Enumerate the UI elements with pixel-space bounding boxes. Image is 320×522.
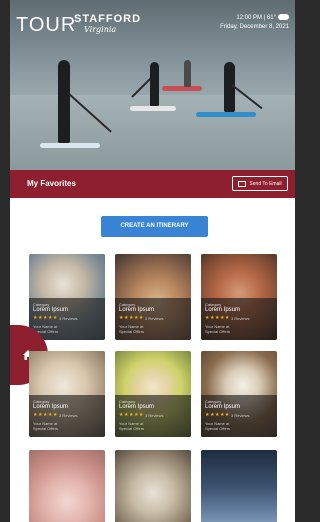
time-weather: 12:00 PM | 61° Friday, December 8, 2021 [220,14,289,32]
paddleboard [196,112,256,117]
send-to-email-label: Send To Email [249,181,282,187]
paddleboard [130,106,176,111]
time-text: 12:00 PM | 61° [236,15,276,21]
logo-virginia: Virginia [84,25,117,34]
favorites-bar: My Favorites Send To Email [10,170,295,198]
create-itinerary-button[interactable]: CREATE AN ITINERARY [101,216,208,237]
favorite-card[interactable]: Category Lorem Ipsum ★★★★★ 3 Reviews You… [115,351,191,437]
logo-stafford: STAFFORD [74,13,142,25]
paddleboard [40,143,100,148]
card-image [29,450,105,522]
card-title: Lorem Ipsum [205,404,241,410]
app-frame: TOUR STAFFORD Virginia 12:00 PM | 61° Fr… [10,0,295,522]
favorite-card[interactable]: Category Lorem Ipsum ★★★★★ 3 Reviews You… [29,351,105,437]
paddler-figure [184,60,191,87]
card-line2: Special Offers [205,329,231,334]
card-reviews: 3 Reviews [59,413,78,418]
card-title: Lorem Ipsum [33,307,69,313]
card-title: Lorem Ipsum [119,404,155,410]
card-reviews: 3 Reviews [145,413,164,418]
card-rating: ★★★★★ [119,315,144,321]
paddleboard [162,86,202,91]
paddler-figure [58,60,70,143]
card-rating: ★★★★★ [33,315,58,321]
card-line2: Special Offers [119,426,145,431]
date-text: Friday, December 8, 2021 [220,24,289,30]
site-logo[interactable]: TOUR STAFFORD Virginia [16,13,140,37]
card-line2: Special Offers [205,426,231,431]
card-line2: Special Offers [119,329,145,334]
card-title: Lorem Ipsum [205,307,241,313]
card-reviews: 3 Reviews [231,413,250,418]
card-rating: ★★★★★ [205,412,230,418]
paddler-figure [150,62,159,106]
card-rating: ★★★★★ [33,412,58,418]
card-title: Lorem Ipsum [33,404,69,410]
card-rating: ★★★★★ [119,412,144,418]
send-to-email-button[interactable]: Send To Email [232,176,288,191]
card-title: Lorem Ipsum [119,307,155,313]
card-reviews: 3 Reviews [231,316,250,321]
favorite-card-partial[interactable] [115,450,191,522]
favorite-card[interactable]: Category Lorem Ipsum ★★★★★ 3 Reviews You… [201,254,277,340]
mail-icon [238,180,247,187]
favorite-card-partial[interactable] [201,450,277,522]
card-reviews: 3 Reviews [145,316,164,321]
favorite-card[interactable]: Category Lorem Ipsum ★★★★★ 3 Reviews You… [29,254,105,340]
favorite-card[interactable]: Category Lorem Ipsum ★★★★★ 3 Reviews You… [201,351,277,437]
card-reviews: 3 Reviews [59,316,78,321]
card-image [115,450,191,522]
card-rating: ★★★★★ [205,315,230,321]
favorites-title: My Favorites [27,179,76,188]
card-line2: Special Offers [33,426,59,431]
favorite-card[interactable]: Category Lorem Ipsum ★★★★★ 3 Reviews You… [115,254,191,340]
card-image [201,450,277,522]
cloud-icon [278,14,289,21]
hero-banner: TOUR STAFFORD Virginia 12:00 PM | 61° Fr… [10,0,295,175]
logo-tour: TOUR [16,14,77,36]
favorite-card-partial[interactable] [29,450,105,522]
